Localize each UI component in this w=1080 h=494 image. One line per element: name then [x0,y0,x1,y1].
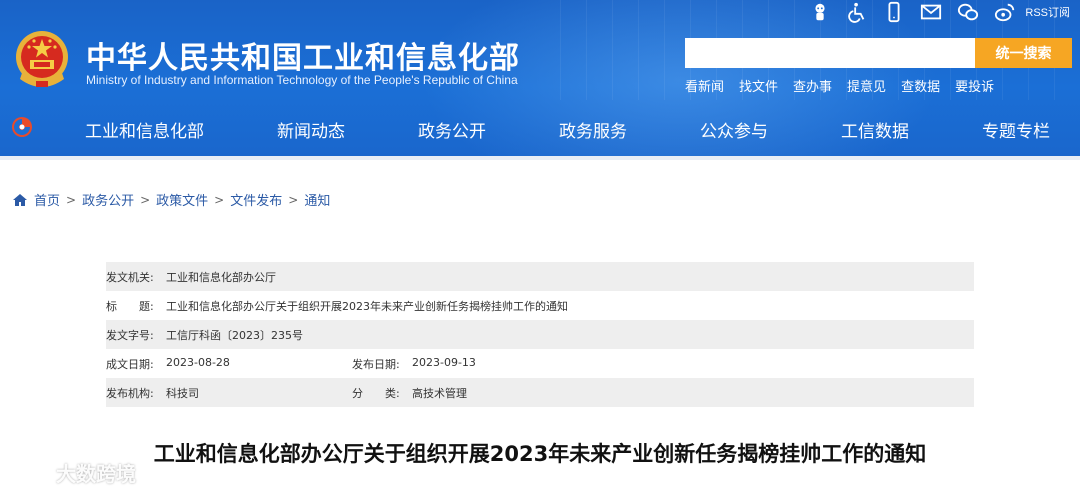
info-row-issuer: 发文机关: 工业和信息化部办公厅 [106,262,974,291]
document-title: 工业和信息化部办公厅关于组织开展2023年未来产业创新任务揭榜挂帅工作的通知 [153,442,927,466]
org-cell: 发布机构: 科技司 [106,385,352,401]
chevron-right-icon: > [140,192,151,207]
site-title: 中华人民共和国工业和信息化部 [86,41,520,76]
ministry-logo-icon [12,117,32,137]
published-label: 发布日期: [352,357,400,371]
quick-link-files[interactable]: 找文件 [739,76,778,95]
quick-link-data[interactable]: 查数据 [901,76,940,95]
category-value: 高技术管理 [412,386,467,400]
quick-links: 看新闻 找文件 查办事 提意见 查数据 要投诉 [685,76,994,95]
breadcrumb-policy-files[interactable]: 政策文件 [156,190,208,209]
breadcrumb-gov-affairs[interactable]: 政务公开 [82,190,134,209]
nav-item-topics[interactable]: 专题专栏 [982,117,1050,142]
document-info-table: 发文机关: 工业和信息化部办公厅 标 题: 工业和信息化部办公厅关于组织开展20… [106,262,974,407]
home-icon[interactable] [12,192,28,208]
nav-item-gov-services[interactable]: 政务服务 [559,117,627,142]
nav-item-news[interactable]: 新闻动态 [277,117,345,142]
category-cell: 分 类: 高技术管理 [352,385,598,401]
title-label: 标 题: [106,299,154,313]
info-row-org: 发布机构: 科技司 分 类: 高技术管理 [106,378,974,407]
watermark: 大数跨境 [8,458,136,487]
nav-item-gov-affairs[interactable]: 政务公开 [418,117,486,142]
info-row-title: 标 题: 工业和信息化部办公厅关于组织开展2023年未来产业创新任务揭榜挂帅工作… [106,291,974,320]
breadcrumb: 首页 > 政务公开 > 政策文件 > 文件发布 > 通知 [12,190,330,209]
breadcrumb-notice[interactable]: 通知 [304,190,330,209]
wechat-icon[interactable] [949,0,986,24]
rss-subscribe-link[interactable]: RSS订阅 [1025,4,1070,20]
org-label: 发布机构: [106,386,154,400]
weibo-icon[interactable] [986,0,1023,24]
issuer-value: 工业和信息化部办公厅 [166,270,276,284]
issuer-label: 发文机关: [106,270,154,284]
quick-link-feedback[interactable]: 提意见 [847,76,886,95]
quick-link-news[interactable]: 看新闻 [685,76,724,95]
mail-icon[interactable] [912,0,949,24]
robot-icon[interactable] [801,0,838,24]
breadcrumb-file-release[interactable]: 文件发布 [230,190,282,209]
header-divider [0,156,1080,160]
quick-link-services[interactable]: 查办事 [793,76,832,95]
created-label: 成文日期: [106,357,154,371]
search-input[interactable] [685,38,975,68]
main-nav: 工业和信息化部 新闻动态 政务公开 政务服务 公众参与 工信数据 专题专栏 [0,107,1080,147]
published-value: 2023-09-13 [412,355,476,369]
nav-item-public-participation[interactable]: 公众参与 [700,117,768,142]
info-row-dates: 成文日期: 2023-08-28 发布日期: 2023-09-13 [106,349,974,378]
created-value: 2023-08-28 [166,355,230,369]
mobile-icon[interactable] [875,0,912,24]
site-header: 中华人民共和国工业和信息化部 Ministry of Industry and … [0,0,1080,158]
chevron-right-icon: > [66,192,77,207]
watermark-text: 大数跨境 [56,462,136,486]
search-button[interactable]: 统一搜索 [975,38,1072,68]
accessibility-icon[interactable] [838,0,875,24]
national-emblem-icon [16,31,68,87]
created-date-cell: 成文日期: 2023-08-28 [106,356,352,372]
nav-item-miit[interactable]: 工业和信息化部 [85,117,204,142]
doc-no-value: 工信厅科函〔2023〕235号 [166,328,303,342]
nav-item-data[interactable]: 工信数据 [841,117,909,142]
site-subtitle: Ministry of Industry and Information Tec… [86,73,518,87]
title-value: 工业和信息化部办公厅关于组织开展2023年未来产业创新任务揭榜挂帅工作的通知 [166,299,568,313]
quick-link-complaint[interactable]: 要投诉 [955,76,994,95]
doc-no-label: 发文字号: [106,328,154,342]
published-date-cell: 发布日期: 2023-09-13 [352,356,598,372]
breadcrumb-home[interactable]: 首页 [34,190,60,209]
org-value: 科技司 [166,386,199,400]
watermark-logo-icon [10,463,50,482]
utility-toolbar: RSS订阅 [801,0,1070,24]
category-label: 分 类: [352,386,400,400]
info-row-doc-no: 发文字号: 工信厅科函〔2023〕235号 [106,320,974,349]
chevron-right-icon: > [288,192,299,207]
chevron-right-icon: > [214,192,225,207]
